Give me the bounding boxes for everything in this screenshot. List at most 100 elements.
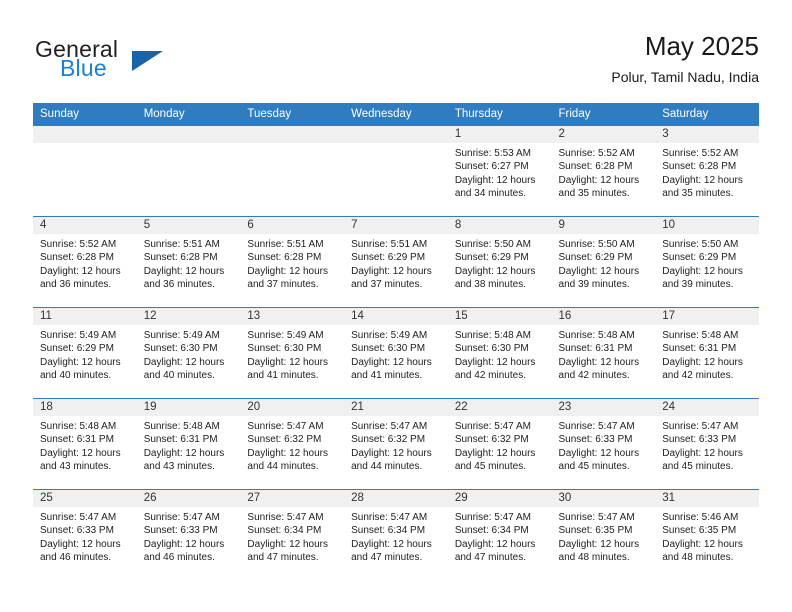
- daylight-duration-line1: Daylight: 12 hours: [351, 538, 432, 550]
- daylight-duration-line2: and 39 minutes.: [558, 279, 630, 291]
- daylight-duration-line2: and 34 minutes.: [454, 188, 526, 200]
- sunset-time: Sunset: 6:31 PM: [558, 343, 633, 355]
- day-details: Sunrise: 5:52 AM Sunset: 6:28 PM Daylight:…: [33, 234, 137, 292]
- calendar-day-cell[interactable]: 18 Sunrise: 5:48 AM Sunset: 6:31 PM Dayligh…: [33, 398, 137, 490]
- daylight-duration-line2: and 37 minutes.: [247, 279, 319, 291]
- sunrise-time: Sunrise: 5:48 AM: [40, 421, 117, 432]
- sunrise-time: Sunrise: 5:52 AM: [662, 148, 739, 159]
- day-number: 4: [33, 217, 137, 234]
- day-details: Sunrise: 5:47 AM Sunset: 6:32 PM Daylight:…: [448, 416, 552, 474]
- sunrise-time: Sunrise: 5:49 AM: [143, 330, 220, 341]
- sunrise-time: Sunrise: 5:51 AM: [143, 239, 220, 250]
- day-number: 26: [136, 490, 241, 507]
- title-block: May 2025 Polur, Tamil Nadu, India: [611, 30, 759, 86]
- calendar-day-cell[interactable]: 24 Sunrise: 5:47 AM Sunset: 6:33 PM Dayligh…: [655, 398, 759, 490]
- calendar-day-cell[interactable]: 9 Sunrise: 5:50 AM Sunset: 6:29 PM Daylight…: [551, 216, 656, 308]
- calendar-day-cell[interactable]: 28 Sunrise: 5:47 AM Sunset: 6:34 PM Dayligh…: [344, 489, 448, 580]
- sunrise-time: Sunrise: 5:50 AM: [662, 239, 739, 250]
- sunset-time: Sunset: 6:28 PM: [662, 161, 737, 173]
- calendar-day-cell[interactable]: 5 Sunrise: 5:51 AM Sunset: 6:28 PM Daylight…: [136, 216, 241, 308]
- sunrise-time: Sunrise: 5:47 AM: [454, 421, 531, 432]
- calendar-day-cell[interactable]: 15 Sunrise: 5:48 AM Sunset: 6:30 PM Dayligh…: [447, 307, 552, 399]
- daylight-duration-line2: and 37 minutes.: [351, 279, 423, 291]
- daylight-duration-line2: and 41 minutes.: [351, 370, 423, 382]
- sunset-time: Sunset: 6:33 PM: [143, 525, 218, 537]
- sunset-time: Sunset: 6:30 PM: [351, 343, 426, 355]
- daylight-duration-line2: and 48 minutes.: [558, 552, 630, 564]
- day-number: 13: [240, 308, 345, 325]
- sunrise-time: Sunrise: 5:48 AM: [662, 330, 739, 341]
- calendar-day-cell[interactable]: 17 Sunrise: 5:48 AM Sunset: 6:31 PM Dayligh…: [655, 307, 759, 399]
- calendar-day-cell[interactable]: 25 Sunrise: 5:47 AM Sunset: 6:33 PM Dayligh…: [33, 489, 137, 580]
- sunrise-time: Sunrise: 5:49 AM: [247, 330, 324, 341]
- calendar-header-row: Sunday Monday Tuesday Wednesday Thursday…: [33, 103, 759, 126]
- calendar-day-cell[interactable]: 6 Sunrise: 5:51 AM Sunset: 6:28 PM Daylight…: [240, 216, 345, 308]
- calendar-day-cell[interactable]: 1 Sunrise: 5:53 AM Sunset: 6:27 PM Daylight…: [447, 126, 552, 217]
- calendar-day-cell[interactable]: 8 Sunrise: 5:50 AM Sunset: 6:29 PM Daylight…: [447, 216, 552, 308]
- daylight-duration-line2: and 45 minutes.: [558, 461, 630, 473]
- day-number: 17: [655, 308, 759, 325]
- calendar-day-cell[interactable]: 22 Sunrise: 5:47 AM Sunset: 6:32 PM Dayligh…: [447, 398, 552, 490]
- daylight-duration-line1: Daylight: 12 hours: [558, 356, 640, 368]
- calendar-day-cell[interactable]: 11 Sunrise: 5:49 AM Sunset: 6:29 PM Dayligh…: [33, 307, 137, 399]
- calendar-day-cell[interactable]: 21 Sunrise: 5:47 AM Sunset: 6:32 PM Dayligh…: [344, 398, 448, 490]
- calendar-day-cell[interactable]: 12 Sunrise: 5:49 AM Sunset: 6:30 PM Dayligh…: [136, 307, 241, 399]
- calendar-day-cell[interactable]: 16 Sunrise: 5:48 AM Sunset: 6:31 PM Dayligh…: [551, 307, 656, 399]
- calendar-day-cell[interactable]: 29 Sunrise: 5:47 AM Sunset: 6:34 PM Dayligh…: [447, 489, 552, 580]
- day-number: [240, 126, 345, 143]
- day-details: Sunrise: 5:48 AM Sunset: 6:30 PM Daylight:…: [448, 325, 552, 383]
- daylight-duration-line1: Daylight: 12 hours: [454, 356, 536, 368]
- day-details: Sunrise: 5:47 AM Sunset: 6:32 PM Daylight:…: [344, 416, 448, 474]
- sunrise-time: Sunrise: 5:47 AM: [558, 512, 635, 523]
- weekday-header-thursday: Thursday: [447, 103, 552, 126]
- calendar-day-cell[interactable]: 30 Sunrise: 5:47 AM Sunset: 6:35 PM Dayligh…: [551, 489, 656, 580]
- daylight-duration-line1: Daylight: 12 hours: [454, 538, 536, 550]
- day-number: 15: [447, 308, 552, 325]
- sunrise-time: Sunrise: 5:47 AM: [247, 512, 324, 523]
- sunrise-time: Sunrise: 5:51 AM: [351, 239, 428, 250]
- calendar-day-cell[interactable]: 2 Sunrise: 5:52 AM Sunset: 6:28 PM Daylight…: [551, 126, 656, 217]
- day-number: 31: [655, 490, 759, 507]
- calendar-week-row: 4 Sunrise: 5:52 AM Sunset: 6:28 PM Daylight…: [33, 216, 759, 308]
- day-details: Sunrise: 5:46 AM Sunset: 6:35 PM Daylight:…: [655, 507, 759, 565]
- calendar-day-cell[interactable]: 10 Sunrise: 5:50 AM Sunset: 6:29 PM Dayligh…: [655, 216, 759, 308]
- calendar-day-cell[interactable]: 26 Sunrise: 5:47 AM Sunset: 6:33 PM Dayligh…: [136, 489, 241, 580]
- day-details: Sunrise: 5:50 AM Sunset: 6:29 PM Daylight:…: [655, 234, 759, 292]
- calendar-day-cell[interactable]: 20 Sunrise: 5:47 AM Sunset: 6:32 PM Dayligh…: [240, 398, 345, 490]
- day-details: Sunrise: 5:47 AM Sunset: 6:33 PM Daylight:…: [137, 507, 241, 565]
- sunrise-time: Sunrise: 5:46 AM: [662, 512, 739, 523]
- calendar-day-cell[interactable]: 27 Sunrise: 5:47 AM Sunset: 6:34 PM Dayligh…: [240, 489, 345, 580]
- calendar-day-cell[interactable]: 31 Sunrise: 5:46 AM Sunset: 6:35 PM Dayligh…: [655, 489, 759, 580]
- daylight-duration-line2: and 47 minutes.: [351, 552, 423, 564]
- calendar-day-cell[interactable]: 14 Sunrise: 5:49 AM Sunset: 6:30 PM Dayligh…: [344, 307, 448, 399]
- day-number: 11: [33, 308, 137, 325]
- sunrise-time: Sunrise: 5:47 AM: [143, 512, 220, 523]
- calendar-day-cell[interactable]: 7 Sunrise: 5:51 AM Sunset: 6:29 PM Daylight…: [344, 216, 448, 308]
- weekday-header-saturday: Saturday: [655, 103, 759, 126]
- day-number: 9: [551, 217, 656, 234]
- brand-logo[interactable]: General Blue: [33, 36, 263, 92]
- calendar-day-cell[interactable]: 13 Sunrise: 5:49 AM Sunset: 6:30 PM Dayligh…: [240, 307, 345, 399]
- daylight-duration-line2: and 35 minutes.: [662, 188, 734, 200]
- sunrise-time: Sunrise: 5:52 AM: [40, 239, 117, 250]
- day-details: Sunrise: 5:51 AM Sunset: 6:29 PM Daylight:…: [344, 234, 448, 292]
- calendar-day-cell[interactable]: 4 Sunrise: 5:52 AM Sunset: 6:28 PM Daylight…: [33, 216, 137, 308]
- sunrise-time: Sunrise: 5:50 AM: [558, 239, 635, 250]
- sunset-time: Sunset: 6:28 PM: [558, 161, 633, 173]
- sunset-time: Sunset: 6:30 PM: [454, 343, 529, 355]
- daylight-duration-line1: Daylight: 12 hours: [558, 174, 640, 186]
- sunset-time: Sunset: 6:33 PM: [40, 525, 114, 537]
- day-details: Sunrise: 5:47 AM Sunset: 6:33 PM Daylight:…: [655, 416, 759, 474]
- calendar-day-cell[interactable]: 19 Sunrise: 5:48 AM Sunset: 6:31 PM Dayligh…: [136, 398, 241, 490]
- day-number: 8: [447, 217, 552, 234]
- calendar-day-cell[interactable]: 3 Sunrise: 5:52 AM Sunset: 6:28 PM Daylight…: [655, 126, 759, 217]
- daylight-duration-line2: and 46 minutes.: [143, 552, 215, 564]
- daylight-duration-line2: and 39 minutes.: [662, 279, 734, 291]
- day-details: Sunrise: 5:51 AM Sunset: 6:28 PM Daylight:…: [240, 234, 344, 292]
- daylight-duration-line2: and 48 minutes.: [662, 552, 734, 564]
- weekday-header-monday: Monday: [136, 103, 241, 126]
- calendar-day-cell[interactable]: 23 Sunrise: 5:47 AM Sunset: 6:33 PM Dayligh…: [551, 398, 656, 490]
- daylight-duration-line1: Daylight: 12 hours: [662, 356, 743, 368]
- day-details: Sunrise: 5:52 AM Sunset: 6:28 PM Daylight:…: [552, 143, 656, 201]
- sunrise-time: Sunrise: 5:50 AM: [454, 239, 531, 250]
